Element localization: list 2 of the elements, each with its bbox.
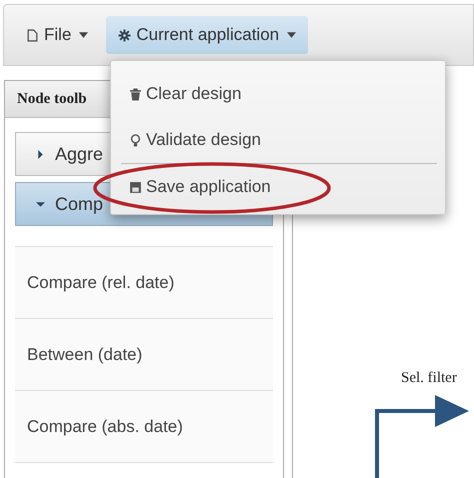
node-label: Sel. filter: [401, 370, 457, 387]
panel-title: Node toolb: [17, 90, 87, 108]
